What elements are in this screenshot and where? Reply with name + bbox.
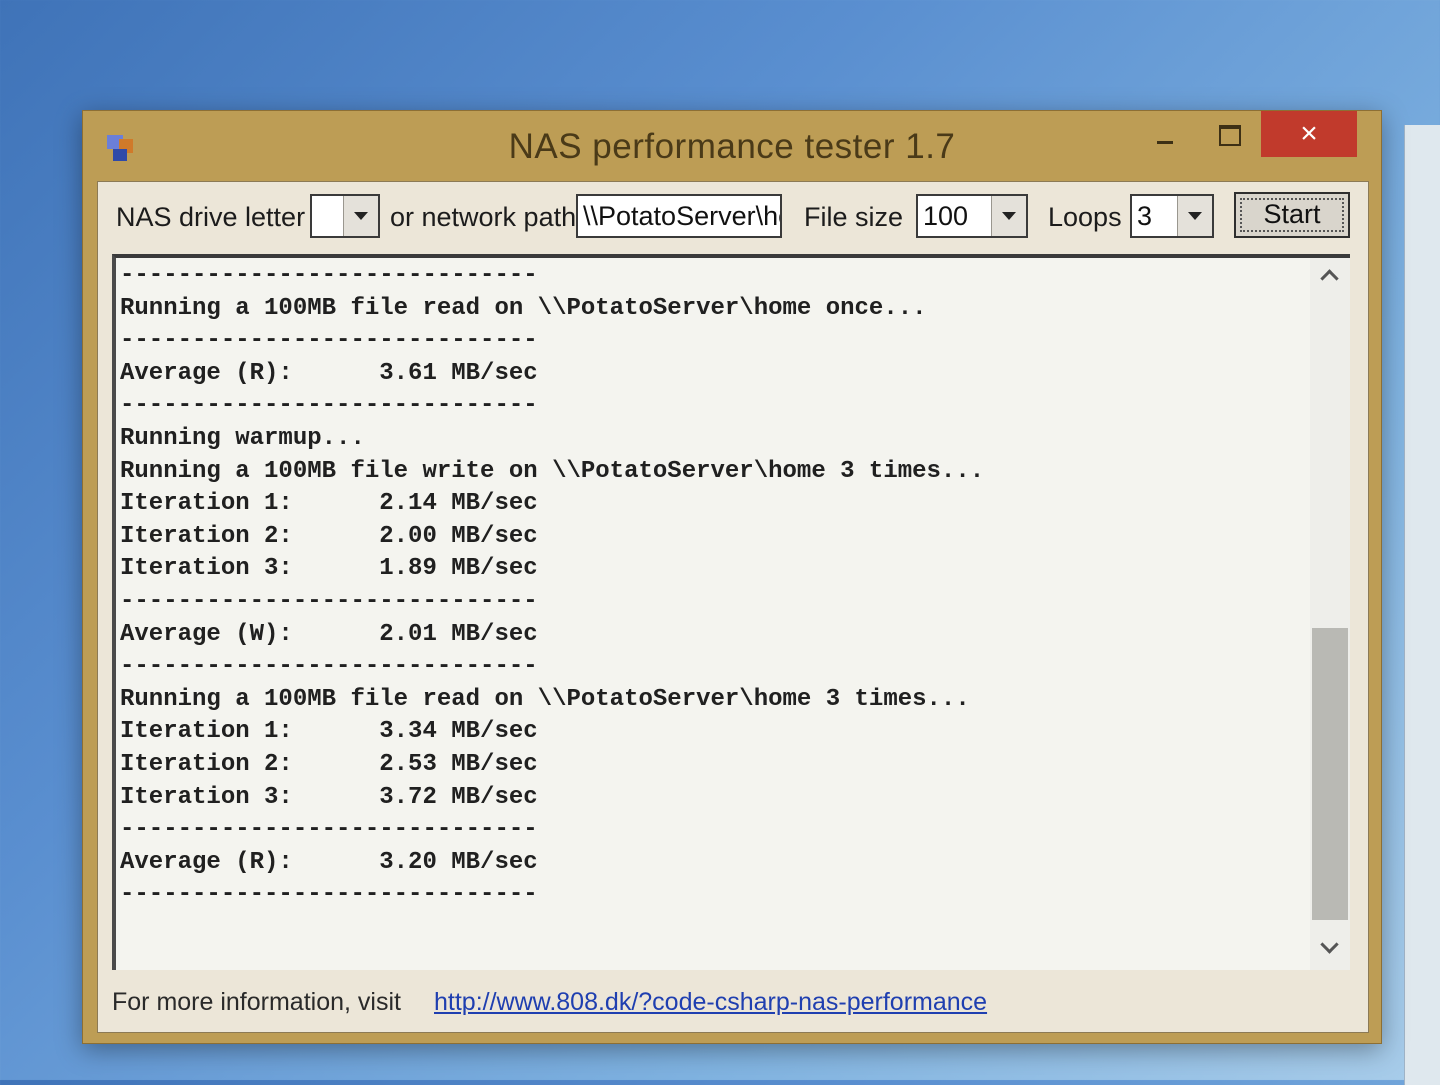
log-line: Iteration 1: 2.14 MB/sec [120,490,538,518]
info-link[interactable]: http://www.808.dk/?code-csharp-nas-perfo… [434,988,987,1017]
network-path-label: or network path [390,202,577,232]
close-icon[interactable]: × [1261,111,1357,157]
file-size-value: 100 [923,201,969,231]
scroll-thumb[interactable] [1312,628,1348,920]
log-text: ----------------------------- Running a 1… [120,260,1300,912]
log-line: Running a 100MB file read on \\PotatoSer… [120,685,970,713]
chevron-down-icon[interactable] [991,196,1026,236]
log-line: Running a 100MB file write on \\PotatoSe… [120,457,985,485]
log-line: Iteration 1: 3.34 MB/sec [120,718,538,746]
scroll-down-icon[interactable] [1310,930,1350,970]
scroll-up-icon[interactable] [1310,258,1350,298]
log-line: ----------------------------- [120,816,538,844]
network-path-value: \\PotatoServer\home [583,201,780,231]
toolbar: NAS drive letter or network path \\Potat… [98,182,1368,254]
log-line: Average (R): 3.20 MB/sec [120,848,538,876]
footer: For more information, visit http://www.8… [112,982,1312,1022]
footer-info-text: For more information, visit [112,988,401,1016]
log-line: Iteration 3: 3.72 MB/sec [120,783,538,811]
log-line: Running a 100MB file read on \\PotatoSer… [120,294,927,322]
drive-letter-select[interactable] [310,194,380,238]
client-area: NAS drive letter or network path \\Potat… [97,181,1369,1033]
log-line: Average (W): 2.01 MB/sec [120,620,538,648]
log-line: ----------------------------- [120,881,538,909]
start-button[interactable]: Start [1234,192,1350,238]
drive-letter-label: NAS drive letter [116,202,306,232]
log-line: Iteration 2: 2.00 MB/sec [120,522,538,550]
log-line: ----------------------------- [120,327,538,355]
background-window-edge [1404,125,1440,1085]
file-size-select[interactable]: 100 [916,194,1028,238]
loops-select[interactable]: 3 [1130,194,1214,238]
app-window: NAS performance tester 1.7 × NAS drive l… [82,110,1382,1044]
log-line: Average (R): 3.61 MB/sec [120,359,538,387]
log-line: Running warmup... [120,424,365,452]
chevron-down-icon[interactable] [343,196,378,236]
loops-value: 3 [1137,201,1153,231]
log-line: ----------------------------- [120,262,538,289]
file-size-label: File size [804,202,904,232]
vertical-scrollbar[interactable] [1310,258,1350,970]
log-line: Iteration 2: 2.53 MB/sec [120,750,538,778]
maximize-icon[interactable] [1199,111,1257,157]
chevron-down-icon[interactable] [1177,196,1212,236]
title-bar[interactable]: NAS performance tester 1.7 × [83,111,1381,181]
log-line: Iteration 3: 1.89 MB/sec [120,555,538,583]
output-textbox[interactable]: ----------------------------- Running a 1… [112,254,1350,970]
log-line: ----------------------------- [120,653,538,681]
log-line: ----------------------------- [120,587,538,615]
log-line: ----------------------------- [120,392,538,420]
network-path-input[interactable]: \\PotatoServer\home [576,194,782,238]
loops-label: Loops [1048,202,1122,232]
minimize-icon[interactable] [1135,111,1193,157]
